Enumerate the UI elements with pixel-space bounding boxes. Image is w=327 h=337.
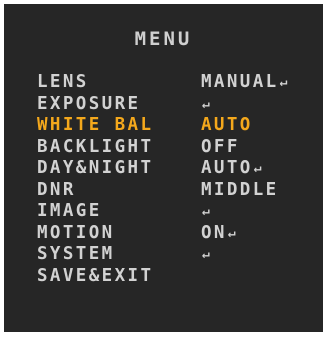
menu-item-label: MOTION xyxy=(37,222,115,243)
menu-item-day-night[interactable]: DAY&NIGHT AUTO↵ xyxy=(37,158,317,180)
menu-item-value: AUTO↵ xyxy=(201,158,262,178)
menu-item-value: ↵ xyxy=(201,94,210,116)
menu-item-value: MIDDLE xyxy=(201,179,279,200)
menu-item-value: OFF xyxy=(201,136,240,157)
menu-item-label: DAY&NIGHT xyxy=(37,158,154,178)
menu-item-label: SAVE&EXIT xyxy=(37,265,154,286)
enter-icon: ↵ xyxy=(202,247,210,262)
menu-item-label: WHITE BAL xyxy=(37,115,154,135)
menu-item-system[interactable]: SYSTEM ↵ xyxy=(37,244,317,266)
enter-icon: ↵ xyxy=(279,75,288,90)
menu-item-label: LENS xyxy=(37,72,89,92)
menu-item-value: ON↵ xyxy=(201,222,236,243)
menu-item-image[interactable]: IMAGE ↵ xyxy=(37,201,317,223)
osd-menu-screen: MENU LENS MANUAL↵ EXPOSURE ↵ WHITE BAL A… xyxy=(4,4,323,332)
enter-icon: ↵ xyxy=(227,225,236,241)
menu-item-dnr[interactable]: DNR MIDDLE xyxy=(37,180,317,202)
menu-title: MENU xyxy=(134,28,193,50)
enter-icon: ↵ xyxy=(202,96,210,112)
menu-item-value: ↵ xyxy=(201,201,210,223)
menu-list: LENS MANUAL↵ EXPOSURE ↵ WHITE BAL AUTO B… xyxy=(37,72,317,287)
enter-icon: ↵ xyxy=(253,161,262,176)
menu-item-exposure[interactable]: EXPOSURE ↵ xyxy=(37,94,317,116)
menu-item-save-exit[interactable]: SAVE&EXIT xyxy=(37,266,317,288)
menu-item-lens[interactable]: LENS MANUAL↵ xyxy=(37,72,317,94)
menu-item-backlight[interactable]: BACKLIGHT OFF xyxy=(37,137,317,159)
menu-item-label: IMAGE xyxy=(37,201,102,221)
menu-item-label: SYSTEM xyxy=(37,244,115,264)
menu-item-label: DNR xyxy=(37,179,76,200)
enter-icon: ↵ xyxy=(202,204,210,219)
menu-item-label: EXPOSURE xyxy=(37,93,141,114)
menu-item-motion[interactable]: MOTION ON↵ xyxy=(37,223,317,245)
menu-item-value: MANUAL↵ xyxy=(201,72,288,92)
menu-item-white-bal[interactable]: WHITE BAL AUTO xyxy=(37,115,317,137)
menu-item-value: AUTO xyxy=(201,115,253,135)
menu-item-value: ↵ xyxy=(201,244,210,266)
menu-item-label: BACKLIGHT xyxy=(37,136,154,157)
